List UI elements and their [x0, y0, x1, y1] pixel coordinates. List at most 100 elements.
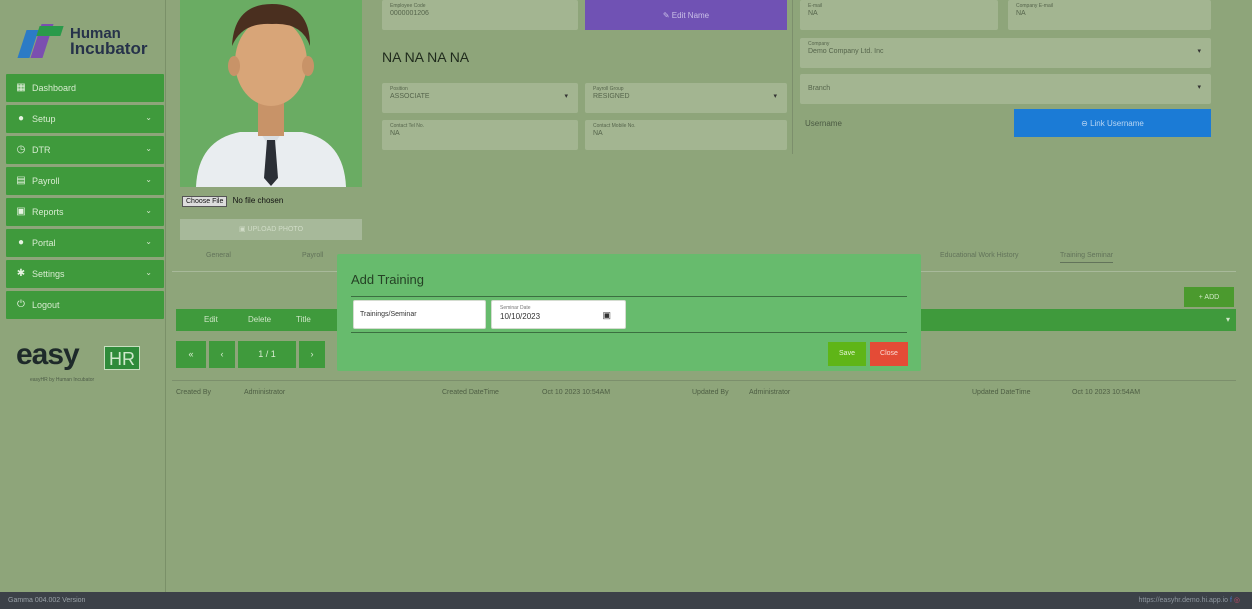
- company-email-value: NA: [1016, 10, 1026, 17]
- sidebar-item-reports[interactable]: ▣ Reports ⌄: [6, 198, 164, 226]
- dropdown-caret-icon: ▾: [1197, 84, 1201, 91]
- seminar-date-input[interactable]: Seminar Date 10/10/2023 ▣: [491, 300, 626, 329]
- column-header-edit[interactable]: Edit: [204, 315, 218, 324]
- contact-tel-value: NA: [390, 130, 400, 137]
- dashboard-icon: ▦: [16, 82, 26, 93]
- modal-title: Add Training: [351, 272, 424, 287]
- logo-mark-icon: [17, 24, 64, 58]
- power-icon: ⏻: [17, 299, 25, 310]
- sidebar-item-label: Reports: [32, 207, 64, 217]
- updated-datetime-value: Oct 10 2023 10:54AM: [1072, 389, 1141, 396]
- email-field[interactable]: E-mail NA: [800, 0, 998, 30]
- updated-datetime-label: Updated DateTime: [972, 389, 1031, 396]
- tab-training-seminar[interactable]: Training Seminar: [1060, 252, 1114, 263]
- training-seminar-input[interactable]: Trainings/Seminar: [353, 300, 486, 329]
- sidebar-item-portal[interactable]: ● Portal ⌄: [6, 229, 164, 257]
- chevron-down-icon: ⌄: [145, 175, 152, 184]
- position-select[interactable]: Position ASSOCIATE ▾: [382, 83, 578, 113]
- dropdown-caret-icon: ▾: [773, 93, 777, 100]
- portal-icon: ●: [17, 237, 25, 248]
- pagination: « ‹ 1 / 1 ›: [176, 341, 336, 368]
- link-username-label: Link Username: [1090, 118, 1144, 128]
- calendar-icon[interactable]: ▣: [602, 310, 611, 321]
- modal-divider: [351, 296, 907, 297]
- logo-text-incubator: Incubator: [70, 39, 148, 58]
- edit-name-label: Edit Name: [671, 10, 710, 20]
- company-email-field[interactable]: Company E-mail NA: [1008, 0, 1211, 30]
- footer-url[interactable]: https://easyhr.demo.hi.app.io f ◎: [1139, 596, 1240, 604]
- sidebar-item-logout[interactable]: ⏻ Logout: [6, 291, 164, 319]
- sidebar-item-settings[interactable]: ✱ Settings ⌄: [6, 260, 164, 288]
- tab-payroll[interactable]: Payroll: [302, 252, 323, 259]
- chevron-down-icon: ⌄: [145, 206, 152, 215]
- edit-name-button[interactable]: ✎ Edit Name: [585, 0, 787, 30]
- sidebar-item-label: Dashboard: [32, 83, 77, 93]
- choose-file-button[interactable]: Choose File: [182, 196, 228, 207]
- contact-mobile-field[interactable]: Contact Mobile No. NA: [585, 120, 787, 150]
- column-divider: [792, 0, 793, 154]
- sidebar-nav: ▦ Dashboard ● Setup ⌄ ◷ DTR ⌄ ▤ Payroll …: [6, 74, 164, 322]
- sidebar-item-dtr[interactable]: ◷ DTR ⌄: [6, 136, 164, 164]
- upload-photo-label: UPLOAD PHOTO: [247, 226, 304, 233]
- payroll-group-value: RESIGNED: [593, 93, 630, 100]
- file-status: No file chosen: [232, 196, 284, 205]
- tab-general[interactable]: General: [206, 252, 231, 259]
- sidebar-item-payroll[interactable]: ▤ Payroll ⌄: [6, 167, 164, 195]
- easyhr-logo-badge: HR: [104, 346, 140, 370]
- add-button[interactable]: + ADD: [1184, 287, 1234, 307]
- link-username-button[interactable]: ⊖ Link Username: [1014, 109, 1211, 137]
- position-value: ASSOCIATE: [390, 93, 430, 100]
- tab-educational-work-history[interactable]: Educational Work History: [940, 252, 1018, 259]
- contact-mobile-label: Contact Mobile No.: [593, 123, 636, 129]
- email-value: NA: [808, 10, 818, 17]
- branch-select[interactable]: Branch ▾: [800, 74, 1211, 104]
- close-button[interactable]: Close: [870, 342, 908, 366]
- next-page-button[interactable]: ›: [299, 341, 325, 368]
- file-chooser[interactable]: Choose File No file chosen: [182, 196, 283, 207]
- upload-photo-button[interactable]: ▣ UPLOAD PHOTO: [180, 219, 362, 240]
- training-seminar-placeholder: Trainings/Seminar: [360, 311, 417, 318]
- footer-url-text: https://easyhr.demo.hi.app.io: [1138, 597, 1229, 604]
- company-select[interactable]: Company Demo Company Ltd. Inc ▾: [800, 38, 1211, 68]
- easyhr-byline: easyHR by Human Incubator: [30, 377, 95, 383]
- sidebar-item-label: Settings: [32, 269, 65, 279]
- page-indicator: 1 / 1: [238, 341, 296, 368]
- clock-icon: ◷: [16, 144, 26, 155]
- email-label: E-mail: [808, 3, 823, 9]
- company-email-label: Company E-mail: [1016, 3, 1053, 9]
- pencil-icon: ✎: [662, 10, 672, 20]
- column-header-delete[interactable]: Delete: [248, 315, 271, 324]
- save-button[interactable]: Save: [828, 342, 866, 366]
- updated-by-label: Updated By: [692, 389, 729, 396]
- employee-code-label: Employee Code: [390, 3, 426, 9]
- column-filter-icon[interactable]: ▾: [1226, 315, 1230, 324]
- prev-page-button[interactable]: ‹: [209, 341, 235, 368]
- column-header-title[interactable]: Title: [296, 315, 311, 324]
- seminar-date-value: 10/10/2023: [500, 312, 541, 321]
- company-label: Company: [808, 41, 830, 47]
- created-by-value: Administrator: [244, 389, 286, 396]
- contact-mobile-value: NA: [593, 130, 603, 137]
- position-label: Position: [390, 86, 408, 92]
- first-page-button[interactable]: «: [176, 341, 206, 368]
- sidebar-item-setup[interactable]: ● Setup ⌄: [6, 105, 164, 133]
- contact-tel-label: Contact Tel No.: [390, 123, 425, 129]
- sidebar-item-dashboard[interactable]: ▦ Dashboard: [6, 74, 164, 102]
- gear-icon: ●: [17, 113, 25, 124]
- chevron-down-icon: ⌄: [145, 144, 152, 153]
- record-meta: Created By Administrator Created DateTim…: [172, 380, 1236, 402]
- created-by-label: Created By: [176, 389, 212, 396]
- facebook-icon[interactable]: f: [1230, 597, 1232, 604]
- avatar-icon: [180, 0, 362, 187]
- sidebar-item-label: Logout: [32, 300, 60, 310]
- created-datetime-value: Oct 10 2023 10:54AM: [542, 389, 611, 396]
- chevron-down-icon: ⌄: [145, 268, 152, 277]
- upload-icon: ▣: [238, 226, 248, 233]
- instagram-icon[interactable]: ◎: [1234, 597, 1240, 604]
- employee-code-field[interactable]: Employee Code 0000001206: [382, 0, 578, 30]
- branch-placeholder: Branch: [808, 85, 831, 92]
- payroll-group-select[interactable]: Payroll Group RESIGNED ▾: [585, 83, 787, 113]
- contact-tel-field[interactable]: Contact Tel No. NA: [382, 120, 578, 150]
- seminar-date-label: Seminar Date: [500, 305, 531, 311]
- employee-full-name: NA NA NA NA: [382, 49, 470, 65]
